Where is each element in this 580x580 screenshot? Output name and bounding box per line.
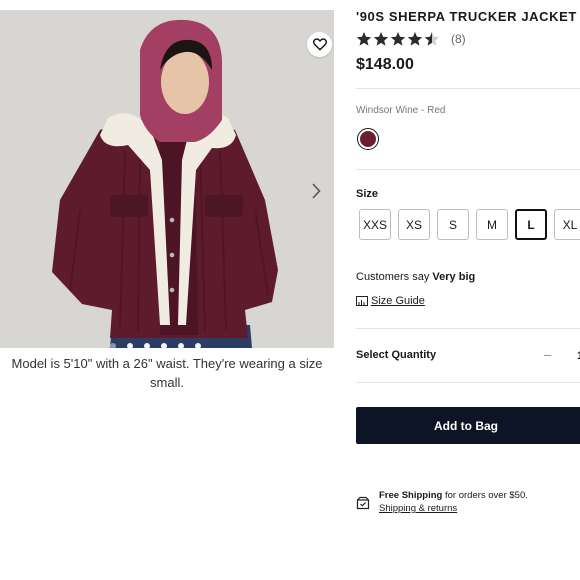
star-half-icon [424,32,440,46]
color-swatch-selected[interactable] [357,128,379,150]
fit-feedback: Customers say Very big [356,271,475,283]
divider [356,88,580,89]
star-full-icon [356,32,372,46]
chevron-right-icon [312,183,321,199]
quantity-decrease-button[interactable]: – [544,347,551,362]
size-option-s[interactable]: S [437,209,469,240]
quantity-label: Select Quantity [356,349,437,361]
product-rating[interactable]: (8) [356,31,466,47]
divider [356,169,580,170]
product-image-gallery[interactable] [0,10,334,348]
carousel-dot[interactable] [195,343,201,348]
product-price: $148.00 [356,56,414,73]
carousel-dot[interactable] [144,343,150,348]
divider [356,328,580,329]
product-photo [0,10,334,348]
free-shipping-title: Free Shipping [379,490,443,501]
shipping-returns-link[interactable]: Shipping & returns [379,503,457,514]
size-option-m[interactable]: M [476,209,508,240]
size-option-xs[interactable]: XS [398,209,430,240]
carousel-dot[interactable] [127,343,133,348]
model-size-caption: Model is 5'10" with a 26" waist. They're… [11,356,323,390]
fit-feedback-prefix: Customers say [356,271,430,283]
carousel-dots [110,343,201,348]
star-full-icon [390,32,406,46]
carousel-dot[interactable] [110,343,116,348]
wishlist-button[interactable] [307,32,332,57]
product-title: '90S SHERPA TRUCKER JACKET [356,9,577,24]
product-info-panel: '90S SHERPA TRUCKER JACKET (8) $148.00 W… [356,0,580,580]
size-label: Size [356,188,379,200]
size-options: XXS XS S M L XL [359,209,580,240]
shipping-text: Free Shipping for orders over $50. Shipp… [379,489,528,515]
color-name: Windsor Wine - Red [356,105,446,116]
free-shipping-detail: for orders over $50. [444,490,528,501]
rating-stars [356,31,440,47]
fit-feedback-value: Very big [432,271,476,283]
divider [356,382,580,383]
shipping-box-icon [356,496,370,510]
add-to-bag-button[interactable]: Add to Bag [356,407,580,444]
size-guide-link[interactable]: Size Guide [356,295,425,307]
ruler-icon [356,296,368,306]
carousel-dot[interactable] [178,343,184,348]
next-image-button[interactable] [306,180,326,202]
heart-icon [312,38,327,51]
size-option-xl[interactable]: XL [554,209,580,240]
carousel-dot[interactable] [161,343,167,348]
star-full-icon [407,32,423,46]
review-count[interactable]: (8) [451,32,466,46]
size-option-xxs[interactable]: XXS [359,209,391,240]
color-swatch-fill [360,131,376,147]
star-full-icon [373,32,389,46]
size-guide-label[interactable]: Size Guide [371,295,425,307]
size-option-l[interactable]: L [515,209,547,240]
